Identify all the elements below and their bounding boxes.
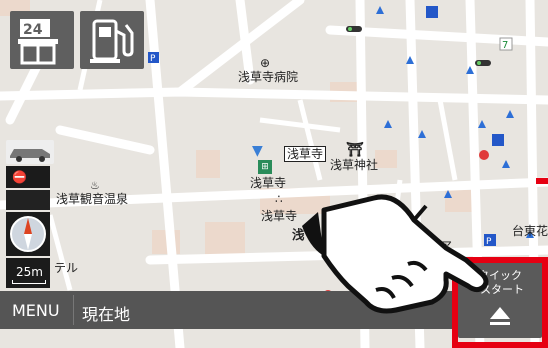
bus-stop-icon: ⊞ xyxy=(258,160,272,174)
info-slot xyxy=(6,190,50,210)
svg-text:7: 7 xyxy=(502,40,508,51)
no-entry-icon: ⛔ xyxy=(12,170,27,184)
map-label-shrine: 浅草神社 xyxy=(330,158,379,172)
temple-icon: ∴ xyxy=(275,192,283,206)
map-label-taito: 台東花 xyxy=(512,224,548,238)
map-label-partial-te: テル xyxy=(54,261,79,275)
scale-bar xyxy=(12,280,46,284)
map-label-sensoji-1: 浅草寺 xyxy=(250,176,287,190)
scale-label: 25m xyxy=(16,265,43,279)
svg-text:24: 24 xyxy=(23,22,43,38)
current-location-button[interactable]: 現在地 xyxy=(82,301,130,325)
gas-station-button[interactable] xyxy=(80,11,144,69)
convenience-store-icon: 24 xyxy=(18,19,58,65)
pointing-hand-icon xyxy=(302,194,489,314)
torii-icon: ⛩ xyxy=(346,142,364,158)
scale-indicator[interactable]: 25m xyxy=(6,258,50,288)
compass-icon xyxy=(10,216,46,252)
map-label-hospital: 浅草寺病院 xyxy=(238,70,299,84)
position-arrow-icon: ▼ xyxy=(252,143,263,159)
car-icon xyxy=(10,149,50,162)
map-label-sensoji-2: 浅草寺 xyxy=(261,209,298,223)
navigation-screen: P P 7 ⊕ 浅草寺病院 ▼ ⊞ 浅草寺 ⛩ 浅草神社 浅草寺 ∴ 浅草寺 ♨… xyxy=(0,0,548,348)
hospital-icon: ⊕ xyxy=(260,56,271,70)
menu-button[interactable]: MENU xyxy=(12,301,60,320)
map-label-onsen: 浅草観音温泉 xyxy=(56,192,129,206)
gas-station-icon xyxy=(90,19,134,63)
bottom-bar-divider xyxy=(73,295,74,325)
compass-button[interactable] xyxy=(6,212,50,256)
map-label-sensoji-box: 浅草寺 xyxy=(284,146,327,162)
traffic-info-button[interactable]: ⛔ xyxy=(6,166,50,188)
convenience-store-button[interactable]: 24 xyxy=(10,11,74,69)
vehicle-panel[interactable] xyxy=(6,140,54,164)
onsen-icon: ♨ xyxy=(90,179,100,192)
svg-text:P: P xyxy=(150,54,156,64)
